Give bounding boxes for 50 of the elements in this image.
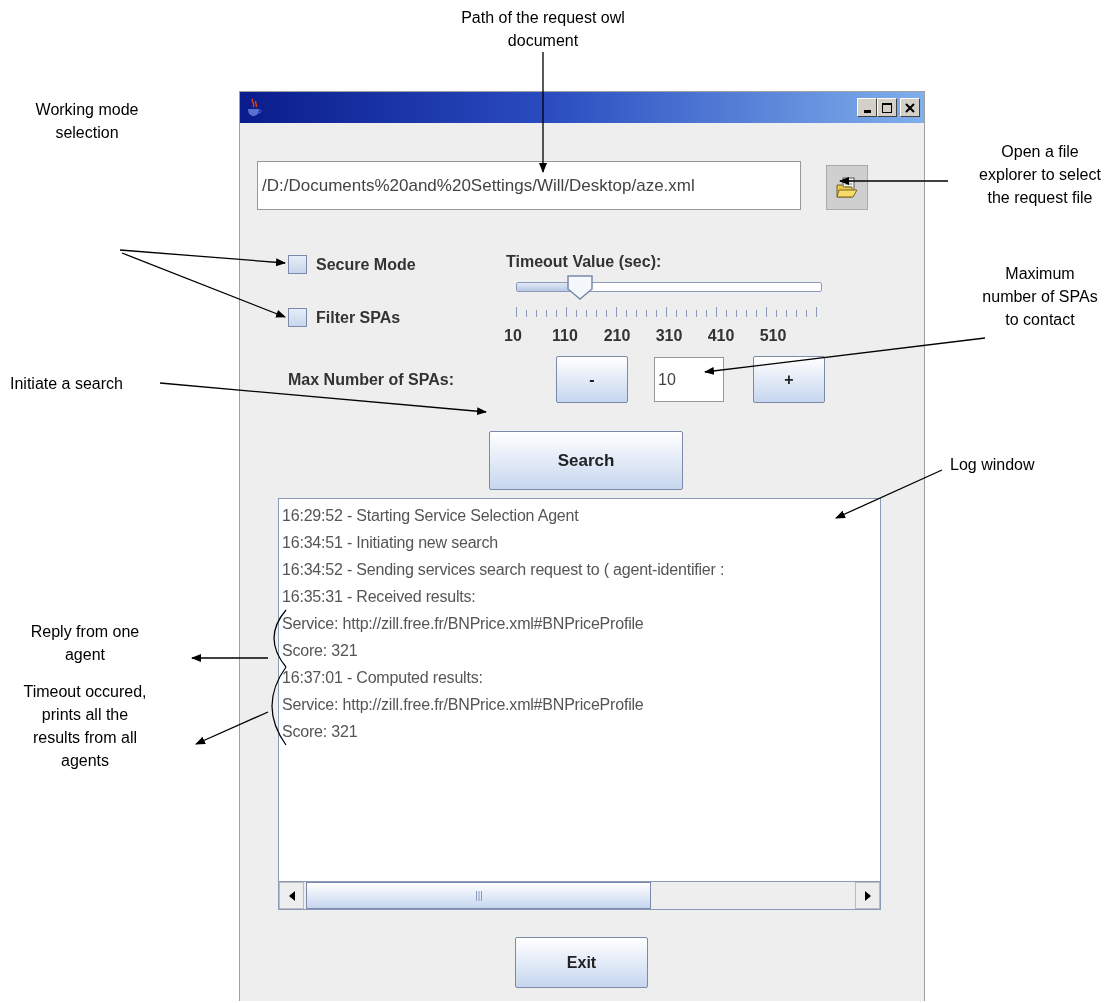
left-triangle-icon [287, 889, 296, 902]
number-field[interactable]: 10 [654, 357, 724, 402]
tick-label: 10 [503, 327, 523, 345]
right-triangle-icon [863, 889, 872, 902]
maximize-icon [881, 101, 893, 114]
callout-label: Timeout occured, prints all the results from all agents [23, 682, 147, 771]
scroll-right-button[interactable] [855, 882, 880, 909]
callout-label: Maximum number of SPAs to contact [982, 264, 1098, 330]
log-line: Score: 321 [282, 722, 359, 742]
log-line: 16:35:31 - Received results: [282, 587, 477, 607]
close-icon [904, 101, 916, 114]
slider-label: Timeout Value (sec): [506, 253, 663, 271]
tick-label: 510 [758, 327, 788, 345]
increment-button[interactable]: + [753, 356, 825, 403]
checkbox[interactable] [288, 255, 307, 274]
checkbox-label: Secure Mode [316, 255, 416, 274]
coffee-cup-icon [246, 97, 262, 118]
tick-label: 110 [551, 327, 579, 345]
log-line: Service: http://zill.free.fr/BNPrice.xml#BNPriceProfile [282, 614, 645, 634]
tick-label: 210 [602, 327, 632, 345]
folder-icon [835, 175, 859, 200]
checkbox-label: Filter SPAs [316, 308, 401, 327]
callout-label: Path of the request owl document [461, 8, 625, 51]
field-label: Max Number of SPAs: [288, 370, 455, 389]
checkbox[interactable] [288, 308, 307, 327]
search-button[interactable]: Search [489, 431, 683, 490]
scroll-left-button[interactable] [279, 882, 304, 909]
tick-label: 310 [654, 327, 684, 345]
tick-label: 410 [706, 327, 736, 345]
log-line: Service: http://zill.free.fr/BNPrice.xml#BNPriceProfile [282, 695, 645, 715]
path-field[interactable]: /D:/Documents%20and%20Settings/Will/Desktop/aze.xml [257, 161, 801, 210]
decrement-button[interactable]: - [556, 356, 628, 403]
slider-thumb[interactable] [566, 274, 595, 300]
scrollbar-thumb[interactable] [306, 882, 651, 909]
callout-label: Open a file explorer to select the request file [979, 142, 1101, 208]
minimize-button[interactable] [857, 98, 877, 117]
browse-button[interactable] [826, 165, 868, 210]
callout-label: Log window [950, 455, 1035, 475]
log-line: Score: 321 [282, 641, 359, 661]
minimize-icon [863, 109, 871, 113]
log-line: 16:37:01 - Computed results: [282, 668, 484, 688]
callout-label: Reply from one agent [30, 622, 140, 665]
exit-button[interactable]: Exit [515, 937, 648, 988]
maximize-button[interactable] [877, 98, 897, 117]
callout-label: Initiate a search [10, 374, 123, 394]
callout-label: Working mode selection [35, 100, 139, 143]
log-line: 16:34:52 - Sending services search request to ( agent-identifier : [282, 560, 726, 580]
log-line: 16:29:52 - Starting Service Selection Agent [282, 506, 580, 526]
log-line: 16:34:51 - Initiating new search [282, 533, 499, 553]
close-button[interactable] [900, 98, 920, 117]
